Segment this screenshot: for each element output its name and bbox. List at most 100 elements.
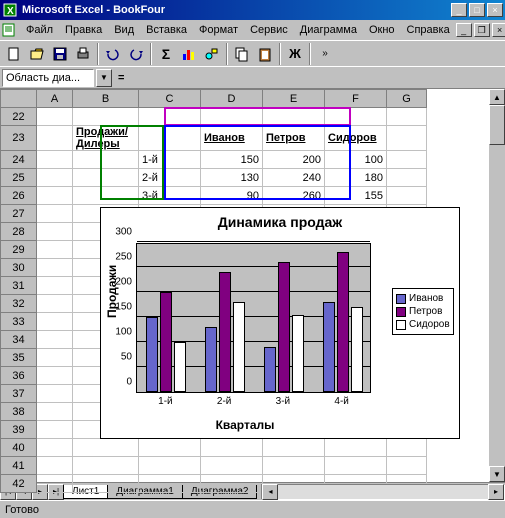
- col-header-D[interactable]: D: [201, 90, 263, 108]
- cell-B42[interactable]: [73, 475, 139, 493]
- cell-B22[interactable]: [73, 108, 139, 126]
- cell-A40[interactable]: [37, 439, 73, 457]
- name-box-dropdown[interactable]: ▼: [96, 69, 112, 87]
- cell-D25[interactable]: 130: [201, 169, 263, 187]
- doc-minimize-button[interactable]: _: [456, 23, 472, 37]
- row-header-35[interactable]: 35: [1, 349, 37, 367]
- menu-insert[interactable]: Вставка: [140, 22, 193, 38]
- row-header-24[interactable]: 24: [1, 151, 37, 169]
- minimize-button[interactable]: _: [451, 3, 467, 17]
- vertical-scrollbar[interactable]: ▲ ▼: [489, 89, 505, 482]
- doc-close-button[interactable]: ×: [492, 23, 505, 37]
- cell-D26[interactable]: 90: [201, 187, 263, 205]
- cell-G22[interactable]: [387, 108, 427, 126]
- row-header-23[interactable]: 23: [1, 126, 37, 151]
- cell-A38[interactable]: [37, 403, 73, 421]
- row-header-34[interactable]: 34: [1, 331, 37, 349]
- cell-B26[interactable]: [73, 187, 139, 205]
- open-button[interactable]: [26, 43, 48, 65]
- new-button[interactable]: [3, 43, 25, 65]
- cell-B23[interactable]: Продажи/Дилеры: [73, 126, 139, 151]
- cell-G26[interactable]: [387, 187, 427, 205]
- cell-E40[interactable]: [263, 439, 325, 457]
- cell-F23[interactable]: Сидоров: [325, 126, 387, 151]
- close-button[interactable]: ×: [487, 3, 503, 17]
- cell-B24[interactable]: [73, 151, 139, 169]
- cell-F25[interactable]: 180: [325, 169, 387, 187]
- maximize-button[interactable]: □: [469, 3, 485, 17]
- scroll-up-button[interactable]: ▲: [489, 89, 505, 105]
- cell-D40[interactable]: [201, 439, 263, 457]
- cell-A31[interactable]: [37, 277, 73, 295]
- row-header-25[interactable]: 25: [1, 169, 37, 187]
- cell-E22[interactable]: [263, 108, 325, 126]
- name-box[interactable]: Область диа...: [2, 69, 94, 87]
- cell-D22[interactable]: [201, 108, 263, 126]
- cell-F24[interactable]: 100: [325, 151, 387, 169]
- cell-A27[interactable]: [37, 205, 73, 223]
- cell-B40[interactable]: [73, 439, 139, 457]
- cell-F26[interactable]: 155: [325, 187, 387, 205]
- horizontal-scrollbar[interactable]: ◂ ▸: [261, 484, 505, 500]
- drawing-button[interactable]: [201, 43, 223, 65]
- cell-A34[interactable]: [37, 331, 73, 349]
- row-header-31[interactable]: 31: [1, 277, 37, 295]
- col-header-A[interactable]: A: [37, 90, 73, 108]
- cell-E41[interactable]: [263, 457, 325, 475]
- save-button[interactable]: [49, 43, 71, 65]
- cell-E25[interactable]: 240: [263, 169, 325, 187]
- print-button[interactable]: [72, 43, 94, 65]
- scroll-left-button[interactable]: ◂: [262, 484, 278, 500]
- scroll-thumb[interactable]: [489, 105, 505, 145]
- menu-file[interactable]: Файл: [20, 22, 59, 38]
- cell-C22[interactable]: [139, 108, 201, 126]
- cell-G25[interactable]: [387, 169, 427, 187]
- menu-window[interactable]: Окно: [363, 22, 401, 38]
- scroll-right-button[interactable]: ▸: [488, 484, 504, 500]
- row-header-36[interactable]: 36: [1, 367, 37, 385]
- scroll-down-button[interactable]: ▼: [489, 466, 505, 482]
- cell-F41[interactable]: [325, 457, 387, 475]
- row-header-42[interactable]: 42: [1, 475, 37, 493]
- row-header-37[interactable]: 37: [1, 385, 37, 403]
- cell-C25[interactable]: 2-й: [139, 169, 201, 187]
- cell-A36[interactable]: [37, 367, 73, 385]
- undo-button[interactable]: [102, 43, 124, 65]
- paste-button[interactable]: [254, 43, 276, 65]
- chart-wizard-button[interactable]: [178, 43, 200, 65]
- menu-tools[interactable]: Сервис: [244, 22, 294, 38]
- row-header-39[interactable]: 39: [1, 421, 37, 439]
- cell-D42[interactable]: [201, 475, 263, 493]
- cell-F40[interactable]: [325, 439, 387, 457]
- cell-A42[interactable]: [37, 475, 73, 493]
- more-buttons[interactable]: »: [314, 43, 336, 65]
- redo-button[interactable]: [125, 43, 147, 65]
- cell-G23[interactable]: [387, 126, 427, 151]
- menu-format[interactable]: Формат: [193, 22, 244, 38]
- cell-C41[interactable]: [139, 457, 201, 475]
- row-header-38[interactable]: 38: [1, 403, 37, 421]
- cell-D23[interactable]: Иванов: [201, 126, 263, 151]
- cell-A30[interactable]: [37, 259, 73, 277]
- menu-edit[interactable]: Правка: [59, 22, 108, 38]
- cell-A29[interactable]: [37, 241, 73, 259]
- cell-D24[interactable]: 150: [201, 151, 263, 169]
- doc-restore-button[interactable]: ❐: [474, 23, 490, 37]
- bold-button[interactable]: Ж: [284, 43, 306, 65]
- row-header-29[interactable]: 29: [1, 241, 37, 259]
- row-header-27[interactable]: 27: [1, 205, 37, 223]
- cell-A28[interactable]: [37, 223, 73, 241]
- cell-F22[interactable]: [325, 108, 387, 126]
- cell-G24[interactable]: [387, 151, 427, 169]
- cell-E23[interactable]: Петров: [263, 126, 325, 151]
- cell-A26[interactable]: [37, 187, 73, 205]
- row-header-33[interactable]: 33: [1, 313, 37, 331]
- cell-D41[interactable]: [201, 457, 263, 475]
- col-header-C[interactable]: C: [139, 90, 201, 108]
- embedded-chart[interactable]: Динамика продаж Продажи 0501001502002503…: [100, 207, 460, 439]
- cell-E24[interactable]: 200: [263, 151, 325, 169]
- col-header-F[interactable]: F: [325, 90, 387, 108]
- menu-help[interactable]: Справка: [401, 22, 456, 38]
- row-header-26[interactable]: 26: [1, 187, 37, 205]
- cell-C24[interactable]: 1-й: [139, 151, 201, 169]
